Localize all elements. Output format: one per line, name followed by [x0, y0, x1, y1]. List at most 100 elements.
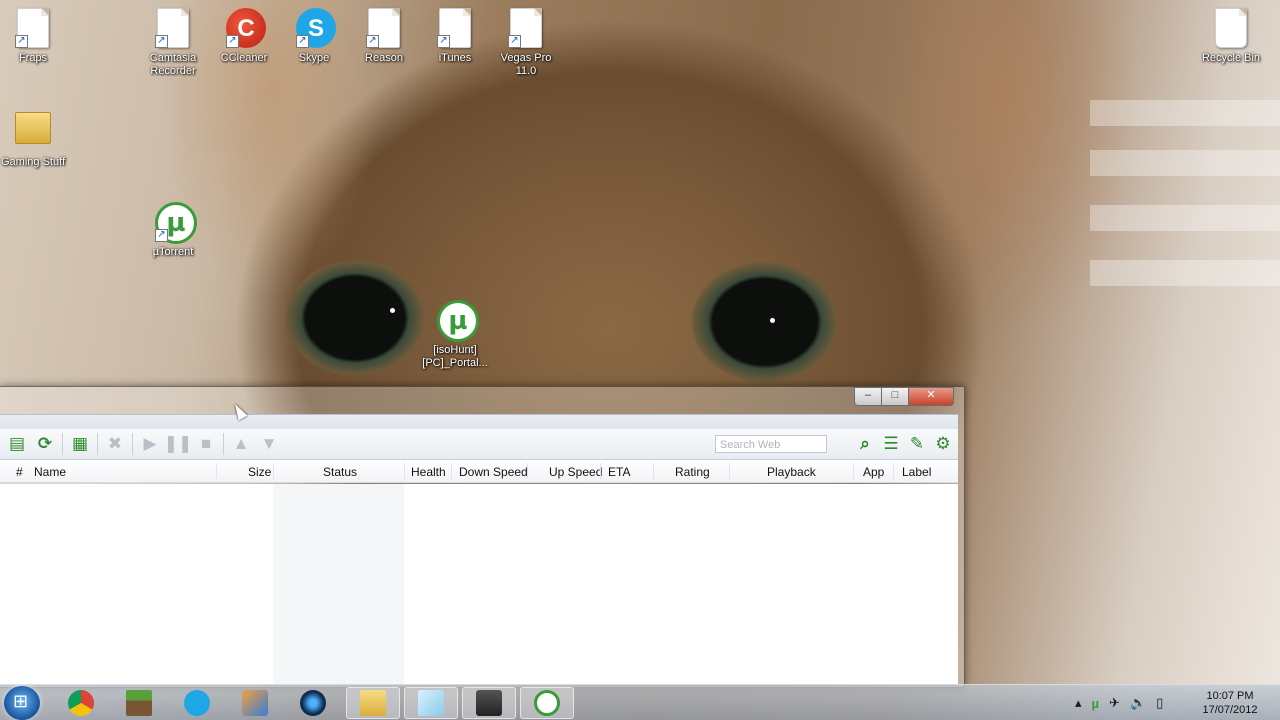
column-divider — [527, 463, 528, 479]
taskbar-utorrent[interactable] — [520, 687, 574, 719]
shortcut-arrow-icon: ↗ — [155, 229, 168, 242]
shortcut-arrow-icon: ↗ — [296, 35, 309, 48]
remote-icon[interactable]: ✎ — [906, 433, 928, 455]
desktop-icon-skype[interactable]: S ↗ Skype — [277, 8, 351, 65]
column-label[interactable]: Label — [902, 465, 931, 479]
utorrent-tray-icon[interactable]: µ — [1092, 696, 1100, 711]
shortcut-arrow-icon: ↗ — [226, 35, 239, 48]
taskbar-notepad[interactable] — [404, 687, 458, 719]
column-divider — [451, 463, 452, 479]
desktop-icon-vegas-pro[interactable]: ↗ Vegas Pro 11.0 — [489, 8, 563, 78]
shortcut-arrow-icon: ↗ — [155, 35, 168, 48]
desktop-icon-label: Reason — [365, 52, 403, 64]
desktop-icon-fraps[interactable]: ↗ Fraps — [0, 8, 70, 65]
create-torrent-icon[interactable]: ▦ — [69, 433, 91, 455]
column-size[interactable]: Size — [248, 465, 271, 479]
stop-icon[interactable]: ■ — [195, 433, 217, 455]
shortcut-arrow-icon: ↗ — [15, 35, 28, 48]
wallpaper-blind — [1090, 100, 1280, 126]
desktop-icon-reason[interactable]: ↗ Reason — [347, 8, 421, 65]
remove-icon[interactable]: ✖ — [104, 433, 126, 455]
desktop-icon-camtasia[interactable]: ↗ Camtasia Recorder — [136, 8, 210, 78]
shortcut-arrow-icon: ↗ — [437, 35, 450, 48]
start-button[interactable] — [4, 686, 40, 720]
show-hidden-icons-icon[interactable]: ▴ — [1075, 695, 1082, 711]
desktop-icon-label: [isoHunt] [PC]_Portal... — [422, 344, 488, 369]
toolbar: ▤ ⟳ ▦ ✖ ▶ ❚❚ ■ ▲ ▼ Search Web ⌕ ☰ ✎ ⚙ — [0, 429, 958, 460]
search-input[interactable]: Search Web — [715, 435, 827, 453]
move-down-icon[interactable]: ▼ — [258, 433, 280, 455]
desktop-icon-label: CCleaner — [220, 52, 268, 64]
taskbar-camera[interactable] — [462, 687, 516, 719]
desktop-icon-label: Skype — [298, 52, 330, 64]
taskbar-paint[interactable] — [228, 687, 282, 719]
system-tray: ▴ µ ✈ 🔈 ▯ — [1075, 685, 1173, 720]
eye-glint — [390, 308, 395, 313]
start-icon[interactable]: ▶ — [139, 433, 161, 455]
column-divider — [404, 463, 405, 479]
column-divider — [273, 463, 274, 479]
column-divider — [853, 463, 854, 479]
desktop-icon-label: µTorrent — [152, 246, 194, 258]
power-icon[interactable]: ▯ — [1156, 695, 1163, 711]
column-status[interactable]: Status — [323, 465, 357, 479]
chrome-icon — [68, 690, 94, 716]
column-name[interactable]: Name — [34, 465, 66, 479]
pin-icon[interactable]: ✈ — [1109, 695, 1120, 711]
column-divider — [729, 463, 730, 479]
toolbar-separator — [97, 433, 98, 455]
shortcut-arrow-icon: ↗ — [508, 35, 521, 48]
list-view-icon[interactable]: ☰ — [880, 433, 902, 455]
column-eta[interactable]: ETA — [608, 465, 630, 479]
column-divider — [216, 463, 217, 479]
desktop-icon-gaming-stuff[interactable]: Gaming Stuff — [0, 106, 70, 169]
move-up-icon[interactable]: ▲ — [230, 433, 252, 455]
taskbar-explorer[interactable] — [346, 687, 400, 719]
column-playback[interactable]: Playback — [767, 465, 816, 479]
window-title-bar[interactable]: – □ ✕ — [0, 387, 964, 414]
status-column-band — [273, 484, 404, 684]
desktop-icon-torrent-file[interactable]: µ [isoHunt] [PC]_Portal... — [418, 300, 492, 370]
toolbar-separator — [223, 433, 224, 455]
toolbar-separator — [62, 433, 63, 455]
close-button[interactable]: ✕ — [908, 387, 954, 406]
recycle-bin-icon — [1215, 8, 1247, 48]
column-health[interactable]: Health — [411, 465, 446, 479]
toolbar-separator — [132, 433, 133, 455]
settings-icon[interactable]: ⚙ — [932, 433, 954, 455]
paint-icon — [242, 690, 268, 716]
minimize-button[interactable]: – — [854, 387, 882, 406]
torrent-list[interactable] — [0, 484, 958, 684]
clock[interactable]: 10:07 PM 17/07/2012 — [1196, 689, 1264, 717]
desktop-icon-recycle-bin[interactable]: Recycle Bin — [1194, 8, 1268, 65]
search-icon[interactable]: ⌕ — [854, 433, 876, 455]
taskbar-media-center[interactable] — [286, 687, 340, 719]
explorer-icon — [360, 690, 386, 716]
add-torrent-icon[interactable]: ▤ — [6, 433, 28, 455]
volume-icon[interactable]: 🔈 — [1130, 695, 1146, 711]
pause-icon[interactable]: ❚❚ — [164, 433, 193, 455]
desktop-icon-label: Camtasia Recorder — [149, 52, 197, 77]
column-up-speed[interactable]: Up Speed — [549, 465, 602, 479]
column-rating[interactable]: Rating — [675, 465, 710, 479]
utorrent-icon — [534, 690, 560, 716]
column-number[interactable]: # — [16, 465, 23, 479]
column-down-speed[interactable]: Down Speed — [459, 465, 528, 479]
add-url-icon[interactable]: ⟳ — [34, 433, 56, 455]
maximize-button[interactable]: □ — [881, 387, 909, 406]
wallpaper-blind — [1090, 260, 1280, 286]
column-app[interactable]: App — [863, 465, 884, 479]
taskbar-chrome[interactable] — [54, 687, 108, 719]
desktop-icon-itunes[interactable]: ↗ iTunes — [418, 8, 492, 65]
utorrent-window: – □ ✕ ▤ ⟳ ▦ ✖ ▶ ❚❚ ■ ▲ ▼ Search Web ⌕ ☰ … — [0, 386, 965, 688]
camera-icon — [476, 690, 502, 716]
desktop-icon-ccleaner[interactable]: C ↗ CCleaner — [207, 8, 281, 65]
taskbar: ▴ µ ✈ 🔈 ▯ 10:07 PM 17/07/2012 — [0, 684, 1280, 720]
taskbar-minecraft[interactable] — [112, 687, 166, 719]
taskbar-skype[interactable] — [170, 687, 224, 719]
wallpaper-blind — [1090, 205, 1280, 231]
desktop-icon-utorrent[interactable]: µ ↗ µTorrent — [136, 202, 210, 259]
clock-date: 17/07/2012 — [1202, 704, 1258, 716]
folder-icon — [15, 112, 51, 144]
desktop-icon-label: Vegas Pro 11.0 — [500, 52, 552, 77]
